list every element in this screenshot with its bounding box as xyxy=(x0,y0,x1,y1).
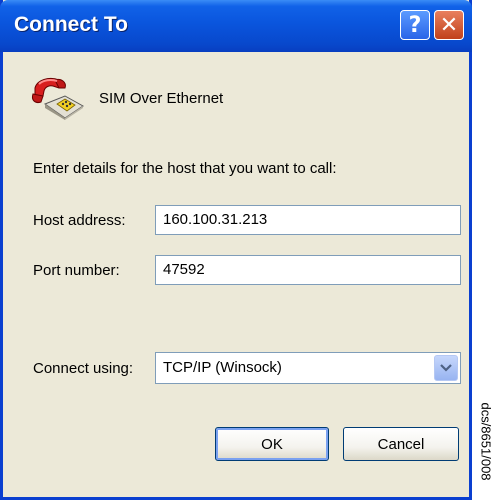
instructions-text: Enter details for the host that you want… xyxy=(33,160,337,177)
port-number-label: Port number: xyxy=(33,262,120,279)
connect-using-label: Connect using: xyxy=(33,360,134,377)
ok-button[interactable]: OK xyxy=(215,427,329,461)
connection-name: SIM Over Ethernet xyxy=(99,90,224,107)
cancel-button[interactable]: Cancel xyxy=(343,427,459,461)
port-number-input[interactable]: 47592 xyxy=(155,255,461,285)
window-title: Connect To xyxy=(14,13,128,36)
connect-using-select[interactable]: TCP/IP (Winsock) xyxy=(155,352,461,384)
figure-code-text: dcs/8651/008 xyxy=(478,401,494,481)
close-button[interactable]: ✕ xyxy=(434,10,464,40)
help-icon: ? xyxy=(408,12,422,38)
host-address-label: Host address: xyxy=(33,212,126,229)
phone-icon xyxy=(32,77,84,120)
close-icon: ✕ xyxy=(439,12,459,38)
connect-to-dialog: Connect To ? ✕ SIM Over Ethernet Enter d… xyxy=(0,0,472,500)
connect-using-value: TCP/IP (Winsock) xyxy=(163,359,282,376)
title-bar[interactable]: Connect To ? ✕ xyxy=(0,0,472,52)
host-address-input[interactable]: 160.100.31.213 xyxy=(155,205,461,235)
dropdown-button[interactable] xyxy=(434,355,458,381)
help-button[interactable]: ? xyxy=(400,10,430,40)
figure-code: dcs/8651/008 xyxy=(474,380,498,502)
chevron-down-icon xyxy=(440,364,452,372)
